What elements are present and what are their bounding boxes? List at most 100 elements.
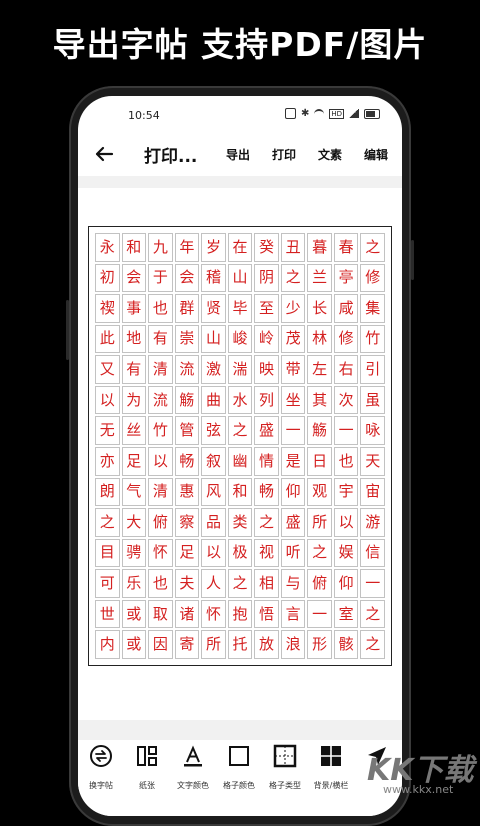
promo-headline: 导出字帖 支持PDF/图片 bbox=[52, 25, 428, 64]
grid-color-button[interactable]: 格子颜色 bbox=[216, 744, 262, 791]
copybook-cell: 宇 bbox=[333, 477, 359, 507]
copybook-cell: 亭 bbox=[333, 263, 359, 293]
copybook-cell: 乐 bbox=[121, 569, 147, 598]
grid-type-button[interactable]: 格子类型 bbox=[262, 744, 308, 791]
copybook-cell: 有 bbox=[148, 324, 173, 354]
copybook-cell: 暮 bbox=[307, 233, 332, 262]
copybook-cell: 之 bbox=[280, 263, 306, 293]
copybook-cell: 悟 bbox=[254, 599, 279, 629]
copybook-cell: 观 bbox=[307, 477, 332, 507]
background-button[interactable]: 背景/横栏 bbox=[308, 744, 354, 791]
copybook-cell: 形 bbox=[307, 630, 332, 659]
grid-color-label: 格子颜色 bbox=[223, 781, 255, 790]
copybook-cell: 右 bbox=[333, 355, 359, 384]
copybook-cell: 会 bbox=[174, 263, 200, 293]
copybook-cell: 之 bbox=[254, 508, 279, 537]
paper-button[interactable]: 纸张 bbox=[124, 744, 170, 791]
page-title: 打印... bbox=[144, 147, 198, 167]
copybook-cell: 又 bbox=[95, 355, 120, 384]
copybook-cell: 弦 bbox=[201, 416, 226, 445]
copybook-cell: 有 bbox=[121, 355, 147, 384]
copybook-cell: 也 bbox=[333, 446, 359, 476]
copybook-grid: 永和九年岁在癸丑暮春之初会于会稽山阴之兰亭修禊事也群贤毕至少长咸集此地有崇山峻岭… bbox=[95, 233, 385, 659]
export-button[interactable]: 导出 bbox=[226, 146, 250, 163]
battery-icon bbox=[364, 108, 380, 119]
site-watermark: KK下载 www.kkx.net bbox=[365, 745, 477, 800]
copybook-cell: 之 bbox=[95, 508, 120, 537]
bottom-toolbar: 换字帖 纸张 文字颜色 格子颜色 格子类型 背景/横栏 bbox=[78, 740, 402, 816]
copybook-cell: 托 bbox=[227, 630, 253, 659]
copybook-cell: 极 bbox=[227, 538, 253, 568]
copybook-cell: 宙 bbox=[360, 477, 385, 507]
copybook-cell: 盛 bbox=[254, 416, 279, 445]
copybook-cell: 地 bbox=[121, 324, 147, 354]
copybook-cell: 风 bbox=[201, 477, 226, 507]
copybook-cell: 之 bbox=[227, 416, 253, 445]
copybook-cell: 次 bbox=[333, 385, 359, 415]
print-button[interactable]: 打印 bbox=[272, 146, 296, 163]
copybook-cell: 或 bbox=[121, 630, 147, 659]
copybook-cell: 兰 bbox=[307, 263, 332, 293]
hd-icon: HD bbox=[329, 108, 344, 119]
swap-copybook-button[interactable]: 换字帖 bbox=[78, 744, 124, 791]
copybook-cell: 品 bbox=[201, 508, 226, 537]
copybook-cell: 可 bbox=[95, 569, 120, 598]
copybook-cell: 春 bbox=[333, 233, 359, 262]
back-arrow-icon[interactable] bbox=[92, 142, 116, 166]
paper-layout-icon bbox=[137, 746, 157, 766]
copybook-cell: 一 bbox=[280, 416, 306, 445]
copybook-cell: 竹 bbox=[360, 324, 385, 354]
copybook-cell: 初 bbox=[95, 263, 120, 293]
copybook-cell: 丝 bbox=[121, 416, 147, 445]
copybook-cell: 癸 bbox=[254, 233, 279, 262]
edit-button[interactable]: 编辑 bbox=[364, 146, 388, 163]
copybook-cell: 毕 bbox=[227, 294, 253, 323]
signal-icon bbox=[349, 109, 359, 118]
copybook-cell: 怀 bbox=[148, 538, 173, 568]
copybook-cell: 抱 bbox=[227, 599, 253, 629]
copybook-cell: 内 bbox=[95, 630, 120, 659]
copybook-cell: 事 bbox=[121, 294, 147, 323]
copybook-cell: 山 bbox=[227, 263, 253, 293]
copybook-cell: 为 bbox=[121, 385, 147, 415]
copybook-cell: 少 bbox=[280, 294, 306, 323]
status-time: 10:54 bbox=[128, 109, 160, 122]
copybook-cell: 所 bbox=[307, 508, 332, 537]
preview-area: 永和九年岁在癸丑暮春之初会于会稽山阴之兰亭修禊事也群贤毕至少长咸集此地有崇山峻岭… bbox=[78, 188, 402, 720]
copybook-cell: 之 bbox=[360, 630, 385, 659]
copybook-cell: 所 bbox=[201, 630, 226, 659]
watermark-url: www.kkx.net bbox=[383, 783, 454, 796]
copybook-cell: 竹 bbox=[148, 416, 173, 445]
copybook-cell: 映 bbox=[254, 355, 279, 384]
copybook-cell: 浪 bbox=[280, 630, 306, 659]
copybook-cell: 察 bbox=[174, 508, 200, 537]
copybook-cell: 夫 bbox=[174, 569, 200, 598]
copybook-cell: 禊 bbox=[95, 294, 120, 323]
status-icons: ✱ HD bbox=[284, 108, 380, 119]
copybook-cell: 在 bbox=[227, 233, 253, 262]
copybook-cell: 会 bbox=[121, 263, 147, 293]
copybook-cell: 足 bbox=[121, 446, 147, 476]
copybook-cell: 之 bbox=[360, 233, 385, 262]
text-button[interactable]: 文素 bbox=[318, 146, 342, 163]
copybook-cell: 管 bbox=[174, 416, 200, 445]
copybook-cell: 流 bbox=[174, 355, 200, 384]
copybook-cell: 寄 bbox=[174, 630, 200, 659]
copybook-cell: 大 bbox=[121, 508, 147, 537]
copybook-cell: 茂 bbox=[280, 324, 306, 354]
copybook-sheet: 永和九年岁在癸丑暮春之初会于会稽山阴之兰亭修禊事也群贤毕至少长咸集此地有崇山峻岭… bbox=[88, 226, 392, 666]
copybook-cell: 修 bbox=[333, 324, 359, 354]
copybook-cell: 咏 bbox=[360, 416, 385, 445]
copybook-cell: 带 bbox=[280, 355, 306, 384]
copybook-cell: 虽 bbox=[360, 385, 385, 415]
copybook-cell: 足 bbox=[174, 538, 200, 568]
copybook-cell: 九 bbox=[148, 233, 173, 262]
copybook-cell: 之 bbox=[360, 599, 385, 629]
divider-band bbox=[78, 176, 402, 188]
copybook-cell: 也 bbox=[148, 569, 173, 598]
copybook-cell: 清 bbox=[148, 477, 173, 507]
copybook-cell: 天 bbox=[360, 446, 385, 476]
copybook-cell: 室 bbox=[333, 599, 359, 629]
swap-copybook-label: 换字帖 bbox=[89, 781, 113, 790]
text-color-button[interactable]: 文字颜色 bbox=[170, 744, 216, 791]
